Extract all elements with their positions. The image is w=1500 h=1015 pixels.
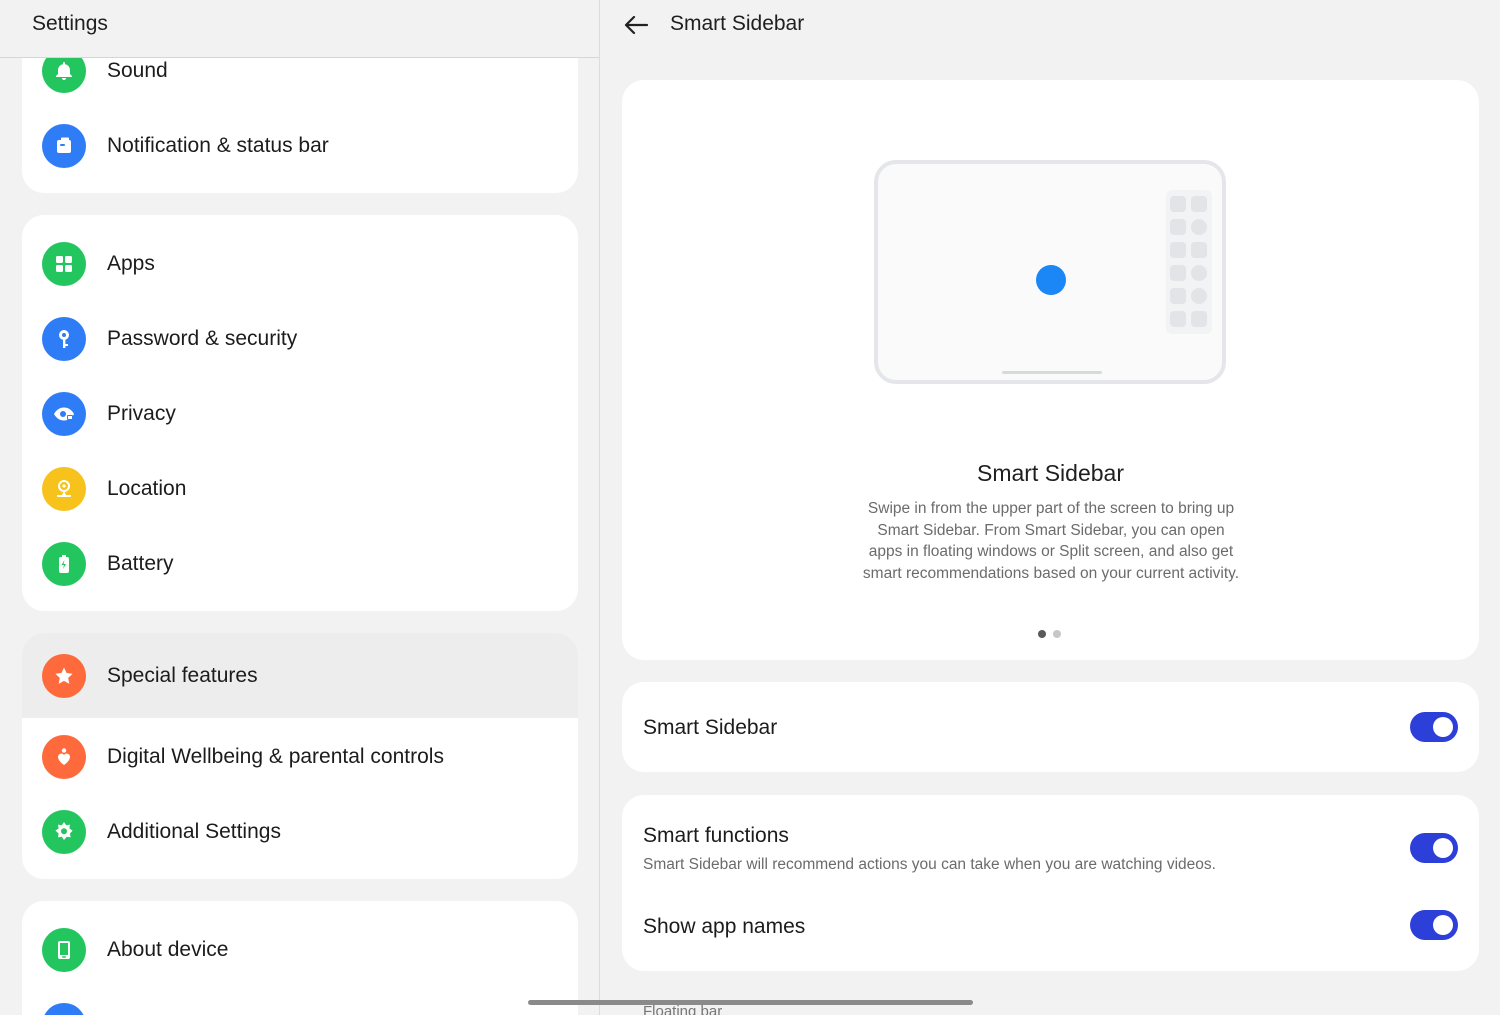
left-header: Settings [0,0,599,58]
settings-list-pane: Sound Notification & status bar Settings… [0,0,600,1015]
settings-item-additional-settings[interactable]: Additional Settings [22,794,578,869]
partial-blue-icon [42,1003,86,1015]
battery-icon [42,541,86,586]
smart-sidebar-label: Smart Sidebar [643,716,778,739]
back-arrow-icon[interactable] [621,10,651,40]
page-indicator[interactable] [1038,630,1061,638]
smart-functions-subtitle: Smart Sidebar will recommend actions you… [643,856,1216,873]
settings-item-digital-wellbeing[interactable]: Digital Wellbeing & parental controls [22,719,578,794]
smart-functions-label: Smart functions [643,824,789,847]
star-icon [42,653,86,698]
settings-item-apps[interactable]: Apps [22,226,578,301]
settings-group-3: Special features Digital Wellbeing & par… [22,633,578,879]
settings-item-partial[interactable] [22,987,578,1015]
settings-group-2: Apps Password & security Privacy Locatio… [22,215,578,611]
settings-item-label: Special features [107,663,258,687]
settings-item-label: Digital Wellbeing & parental controls [107,744,444,768]
key-icon [42,316,86,361]
smart-sidebar-toggle[interactable] [1410,712,1458,742]
show-app-names-toggle[interactable] [1410,910,1458,940]
settings-item-label: Location [107,476,187,500]
eye-lock-icon [42,391,86,436]
settings-item-label: Battery [107,551,174,575]
feature-title: Smart Sidebar [976,460,1124,486]
settings-item-label: Notification & status bar [107,133,329,157]
feature-intro-card: Smart Sidebar Swipe in from the upper pa… [622,80,1479,660]
settings-item-label: Sound [107,58,168,82]
device-icon [42,927,86,972]
settings-item-label: Password & security [107,326,298,350]
settings-item-about-device[interactable]: About device [22,912,578,987]
notification-icon [42,123,86,168]
apps-grid-icon [42,241,86,286]
detail-header: Smart Sidebar [601,0,1500,58]
settings-item-password-security[interactable]: Password & security [22,301,578,376]
floating-ball-icon [1036,265,1066,295]
location-pin-icon [42,466,86,511]
settings-item-label: About device [107,937,229,961]
settings-item-privacy[interactable]: Privacy [22,376,578,451]
navigation-gesture-bar[interactable] [528,1000,973,1005]
gesture-handle-illustration [1002,371,1102,374]
settings-item-label: Additional Settings [107,819,281,843]
settings-item-battery[interactable]: Battery [22,526,578,601]
page-title: Settings [32,12,108,35]
settings-group-4: About device [22,901,578,1015]
smart-sidebar-illustration [874,160,1226,384]
settings-item-label: Privacy [107,401,176,425]
page-dot [1053,630,1061,638]
settings-item-location[interactable]: Location [22,451,578,526]
settings-item-notification[interactable]: Notification & status bar [22,108,578,183]
settings-item-special-features[interactable]: Special features [22,633,578,718]
sidebar-options-card: Smart functions Smart Sidebar will recom… [622,795,1479,971]
smart-functions-toggle[interactable] [1410,833,1458,863]
smart-sidebar-toggle-card: Smart Sidebar [622,682,1479,772]
feature-description: Swipe in from the upper part of the scre… [862,500,1240,583]
wellbeing-heart-icon [42,734,86,779]
sidebar-panel-illustration [1166,190,1212,334]
detail-title: Smart Sidebar [670,12,805,35]
settings-item-label: Apps [107,251,155,275]
show-app-names-label: Show app names [643,915,806,938]
gear-icon [42,809,86,854]
page-dot-active [1038,630,1046,638]
